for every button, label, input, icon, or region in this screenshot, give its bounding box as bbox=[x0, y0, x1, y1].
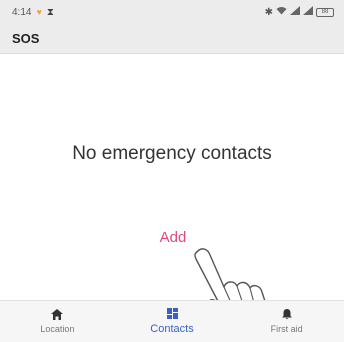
nav-label-contacts: Contacts bbox=[150, 323, 194, 335]
signal-icon bbox=[290, 6, 300, 18]
grid-icon bbox=[166, 308, 178, 321]
status-right: ✱ 88 bbox=[265, 6, 334, 18]
sos-screen: 4:14 ♥ ⧗ ✱ 88 SOS No emergency contacts … bbox=[0, 0, 344, 342]
nav-item-location[interactable]: Location bbox=[0, 301, 115, 342]
empty-state-message: No emergency contacts bbox=[72, 143, 272, 164]
signal-icon-2 bbox=[303, 6, 313, 18]
bluetooth-icon: ✱ bbox=[264, 6, 273, 18]
bottom-navigation: Location Contacts First aid bbox=[0, 300, 344, 342]
nav-item-contacts[interactable]: Contacts bbox=[115, 301, 230, 342]
home-icon bbox=[51, 309, 64, 322]
hourglass-icon: ⧗ bbox=[46, 6, 54, 18]
wifi-icon bbox=[276, 6, 287, 18]
nav-item-first-aid[interactable]: First aid bbox=[229, 301, 344, 342]
status-left: 4:14 ♥ ⧗ bbox=[12, 7, 54, 18]
heart-icon: ♥ bbox=[36, 7, 42, 17]
app-bar: SOS bbox=[0, 24, 344, 54]
page-title: SOS bbox=[12, 31, 40, 46]
add-contact-button[interactable]: Add bbox=[148, 229, 198, 246]
nav-label-location: Location bbox=[40, 324, 75, 334]
nav-label-first-aid: First aid bbox=[270, 324, 303, 334]
status-time: 4:14 bbox=[12, 6, 32, 18]
status-bar: 4:14 ♥ ⧗ ✱ 88 bbox=[0, 0, 344, 24]
bell-icon bbox=[281, 309, 292, 322]
battery-icon: 88 bbox=[316, 7, 334, 17]
